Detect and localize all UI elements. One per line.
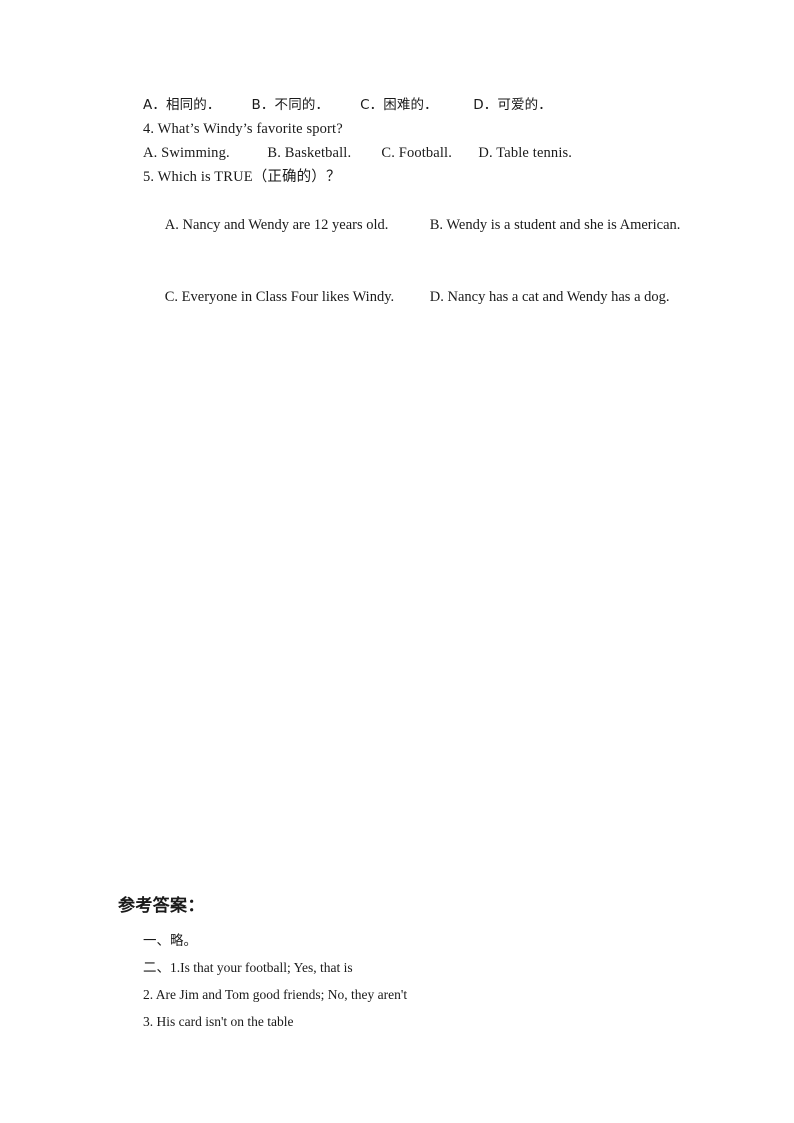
- question-4-options: A. Swimming. B. Basketball. C. Football.…: [143, 145, 573, 161]
- answer-key-line-3: 2. Are Jim and Tom good friends; No, the…: [143, 987, 408, 1002]
- question-4-stem: 4. What’s Windy’s favorite sport?: [143, 121, 343, 137]
- question-5-options-row-2: C. Everyone in Class Four likes Windy. D.…: [143, 261, 743, 333]
- question-3-options: A．相同的． B．不同的． C．困难的． D．可爱的．: [143, 97, 552, 113]
- answer-key-title: 参考答案：: [118, 896, 205, 916]
- question-5-option-c: C. Everyone in Class Four likes Windy.: [164, 289, 395, 305]
- question-5-option-d: D. Nancy has a cat and Wendy has a dog.: [429, 289, 670, 305]
- question-5-stem: 5. Which is TRUE（正确的）？: [143, 169, 341, 185]
- answer-key-line-2: 二、1.Is that your football; Yes, that is: [143, 960, 353, 975]
- question-5-option-a: A. Nancy and Wendy are 12 years old.: [164, 217, 389, 233]
- answer-key-block: 参考答案： 一、略。 二、1.Is that your football; Ye…: [118, 893, 718, 1035]
- question-5-options-row-1: A. Nancy and Wendy are 12 years old. B. W…: [143, 189, 743, 261]
- answer-key-line-4: 3. His card isn't on the table: [143, 1014, 294, 1029]
- question-5-option-b: B. Wendy is a student and she is America…: [429, 217, 681, 233]
- question-block: A．相同的． B．不同的． C．困难的． D．可爱的． 4. What’s Wi…: [143, 93, 743, 333]
- answer-key-line-1: 一、略。: [143, 933, 197, 948]
- document-page: A．相同的． B．不同的． C．困难的． D．可爱的． 4. What’s Wi…: [0, 0, 794, 1123]
